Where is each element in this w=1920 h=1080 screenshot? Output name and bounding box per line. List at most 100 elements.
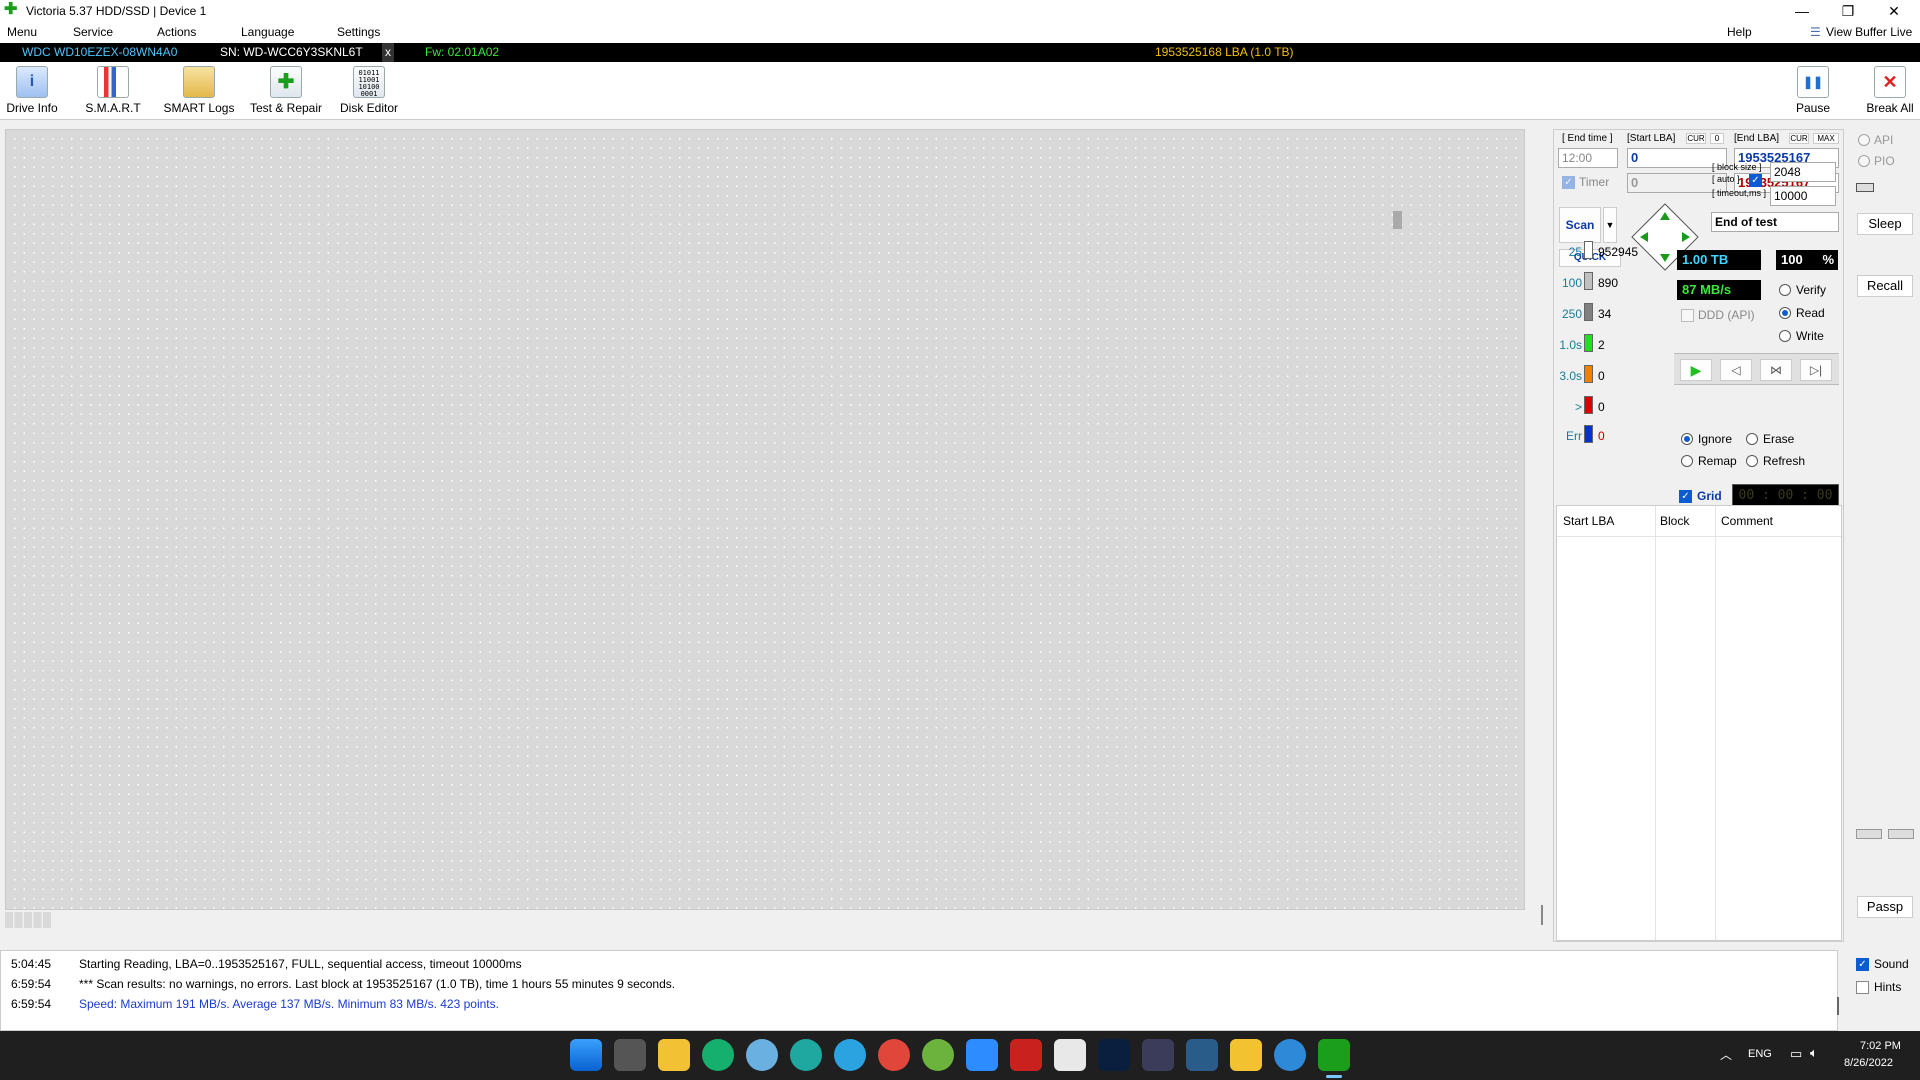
remap-label: Remap <box>1698 454 1737 468</box>
close-button[interactable]: ✕ <box>1871 0 1917 22</box>
stat-row: 3.0s 0 <box>1556 365 1674 387</box>
test-repair-button[interactable]: ✚ Test & Repair <box>247 64 325 120</box>
hints-checkbox[interactable] <box>1856 981 1869 994</box>
menu-item-help[interactable]: Help <box>1727 25 1752 39</box>
pio-radio[interactable] <box>1858 155 1870 167</box>
break-all-button[interactable]: ✕ Break All <box>1861 64 1919 120</box>
smart-logs-button[interactable]: SMART Logs <box>162 64 236 120</box>
end-cur-button[interactable]: CUR <box>1789 133 1809 144</box>
start-icon[interactable] <box>570 1039 602 1071</box>
menu-item-actions[interactable]: Actions <box>157 25 196 39</box>
stat-color-swatch <box>1584 272 1593 290</box>
sleep-button[interactable]: Sleep <box>1857 213 1913 235</box>
start-zero-button[interactable]: 0 <box>1710 133 1724 144</box>
remap-radio[interactable] <box>1681 455 1693 467</box>
settings-app-icon[interactable] <box>1186 1039 1218 1071</box>
drive-info-button[interactable]: i Drive Info <box>3 64 61 120</box>
menu-item-settings[interactable]: Settings <box>337 25 380 39</box>
refresh-radio[interactable] <box>1746 455 1758 467</box>
network-tray-icon[interactable]: ▭ <box>1790 1046 1802 1062</box>
menu-item-menu[interactable]: Menu <box>7 25 37 39</box>
col-header-block[interactable]: Block <box>1660 514 1689 528</box>
close-drive-button[interactable]: x <box>382 43 394 62</box>
log-panel[interactable]: 5:04:45 Starting Reading, LBA=0..19535251… <box>0 950 1839 1031</box>
stat-threshold: 25 <box>1568 245 1582 259</box>
taskbar: ︿ ENG ▭ 🔈︎ 7:02 PM 8/26/2022 <box>0 1031 1920 1080</box>
sound-label: Sound <box>1874 957 1909 971</box>
chrome-icon[interactable] <box>878 1039 910 1071</box>
end-button[interactable]: ▷| <box>1800 359 1832 381</box>
grid-separator[interactable] <box>1541 905 1543 925</box>
network-app-icon[interactable] <box>746 1039 778 1071</box>
block-size-select[interactable]: 2048 <box>1770 162 1836 182</box>
log-message: *** Scan results: no warnings, no errors… <box>79 977 676 991</box>
telegram-icon[interactable] <box>834 1039 866 1071</box>
firmware-version: Fw: 02.01A02 <box>425 45 500 59</box>
play-button[interactable]: ▶ <box>1680 359 1712 381</box>
scan-dropdown-button[interactable]: ▼ <box>1603 207 1617 243</box>
log-time: 6:59:54 <box>11 997 52 1011</box>
end-time-field[interactable]: 12:00 <box>1558 148 1618 168</box>
pause-icon: ❚❚ <box>1797 66 1829 98</box>
skip-button[interactable]: ⋈ <box>1760 359 1792 381</box>
playback-controls: ▶ ◁ ⋈ ▷| <box>1674 353 1839 385</box>
ignore-radio[interactable] <box>1681 433 1693 445</box>
pause-button[interactable]: ❚❚ Pause <box>1787 64 1839 120</box>
timeout-select[interactable]: 10000 <box>1770 186 1836 206</box>
grid-checkbox[interactable]: ✓ <box>1679 490 1692 503</box>
task-view-icon[interactable] <box>614 1039 646 1071</box>
ddd-checkbox[interactable] <box>1681 309 1694 322</box>
utorrent-icon[interactable] <box>922 1039 954 1071</box>
edge-icon[interactable] <box>790 1039 822 1071</box>
m-app-icon[interactable] <box>1230 1039 1262 1071</box>
small-button-b[interactable] <box>1888 829 1914 839</box>
defects-list[interactable]: Start LBA Block Comment <box>1556 505 1842 941</box>
scan-button[interactable]: Scan <box>1559 207 1601 243</box>
snipping-icon[interactable] <box>1054 1039 1086 1071</box>
write-radio[interactable] <box>1779 330 1791 342</box>
clock-time[interactable]: 7:02 PM <box>1860 1040 1901 1052</box>
tray-chevron-icon[interactable]: ︿ <box>1720 1046 1732 1063</box>
log-scrollbar[interactable] <box>1837 997 1839 1015</box>
clock-date[interactable]: 8/26/2022 <box>1844 1057 1893 1069</box>
disk-editor-button[interactable]: 01011 11001 10100 0001 Disk Editor <box>336 64 402 120</box>
back-button[interactable]: ◁ <box>1720 359 1752 381</box>
read-radio[interactable] <box>1779 307 1791 319</box>
erase-radio[interactable] <box>1746 433 1758 445</box>
grammarly-icon[interactable] <box>702 1039 734 1071</box>
minimize-button[interactable]: — <box>1779 0 1825 22</box>
maximize-button[interactable]: ❐ <box>1825 0 1871 22</box>
passp-button[interactable]: Passp <box>1857 896 1913 918</box>
timer-checkbox[interactable]: ✓ <box>1562 176 1575 189</box>
end-of-test-select[interactable]: End of test <box>1711 212 1839 232</box>
col-header-comment[interactable]: Comment <box>1721 514 1773 528</box>
file-explorer-icon[interactable] <box>658 1039 690 1071</box>
victoria-taskbar-icon[interactable] <box>1318 1039 1350 1071</box>
menu-item-service[interactable]: Service <box>73 25 113 39</box>
stat-threshold: Err <box>1566 429 1582 443</box>
zoom-icon[interactable] <box>966 1039 998 1071</box>
pio-label: PIO <box>1874 154 1895 168</box>
block-size-label: [ block size ] <box>1712 162 1762 172</box>
menu-item-language[interactable]: Language <box>241 25 294 39</box>
verify-radio[interactable] <box>1779 284 1791 296</box>
api-radio[interactable] <box>1858 134 1870 146</box>
grid-footer <box>5 910 1545 940</box>
acrobat-icon[interactable] <box>1010 1039 1042 1071</box>
volume-tray-icon[interactable]: 🔈︎ <box>1810 1045 1818 1061</box>
end-max-button[interactable]: MAX <box>1813 133 1839 144</box>
start-cur-button[interactable]: CUR <box>1686 133 1706 144</box>
davinci-icon[interactable] <box>1142 1039 1174 1071</box>
percent-sign: % <box>1822 252 1834 267</box>
sound-checkbox[interactable]: ✓ <box>1856 958 1869 971</box>
stats-panel: 25 952945 100 890 250 34 1.0s 2 3.0s 0 >0 Err 0 <box>1556 241 1674 501</box>
sync-app-icon[interactable] <box>1274 1039 1306 1071</box>
auto-checkbox[interactable]: ✓ <box>1749 174 1762 187</box>
smart-button[interactable]: S.M.A.R.T <box>84 64 142 120</box>
col-header-start-lba[interactable]: Start LBA <box>1563 514 1614 528</box>
recall-button[interactable]: Recall <box>1857 275 1913 297</box>
view-buffer-live-button[interactable]: View Buffer Live <box>1826 25 1912 39</box>
photoshop-icon[interactable] <box>1098 1039 1130 1071</box>
small-button-a[interactable] <box>1856 829 1882 839</box>
language-indicator[interactable]: ENG <box>1748 1048 1772 1060</box>
